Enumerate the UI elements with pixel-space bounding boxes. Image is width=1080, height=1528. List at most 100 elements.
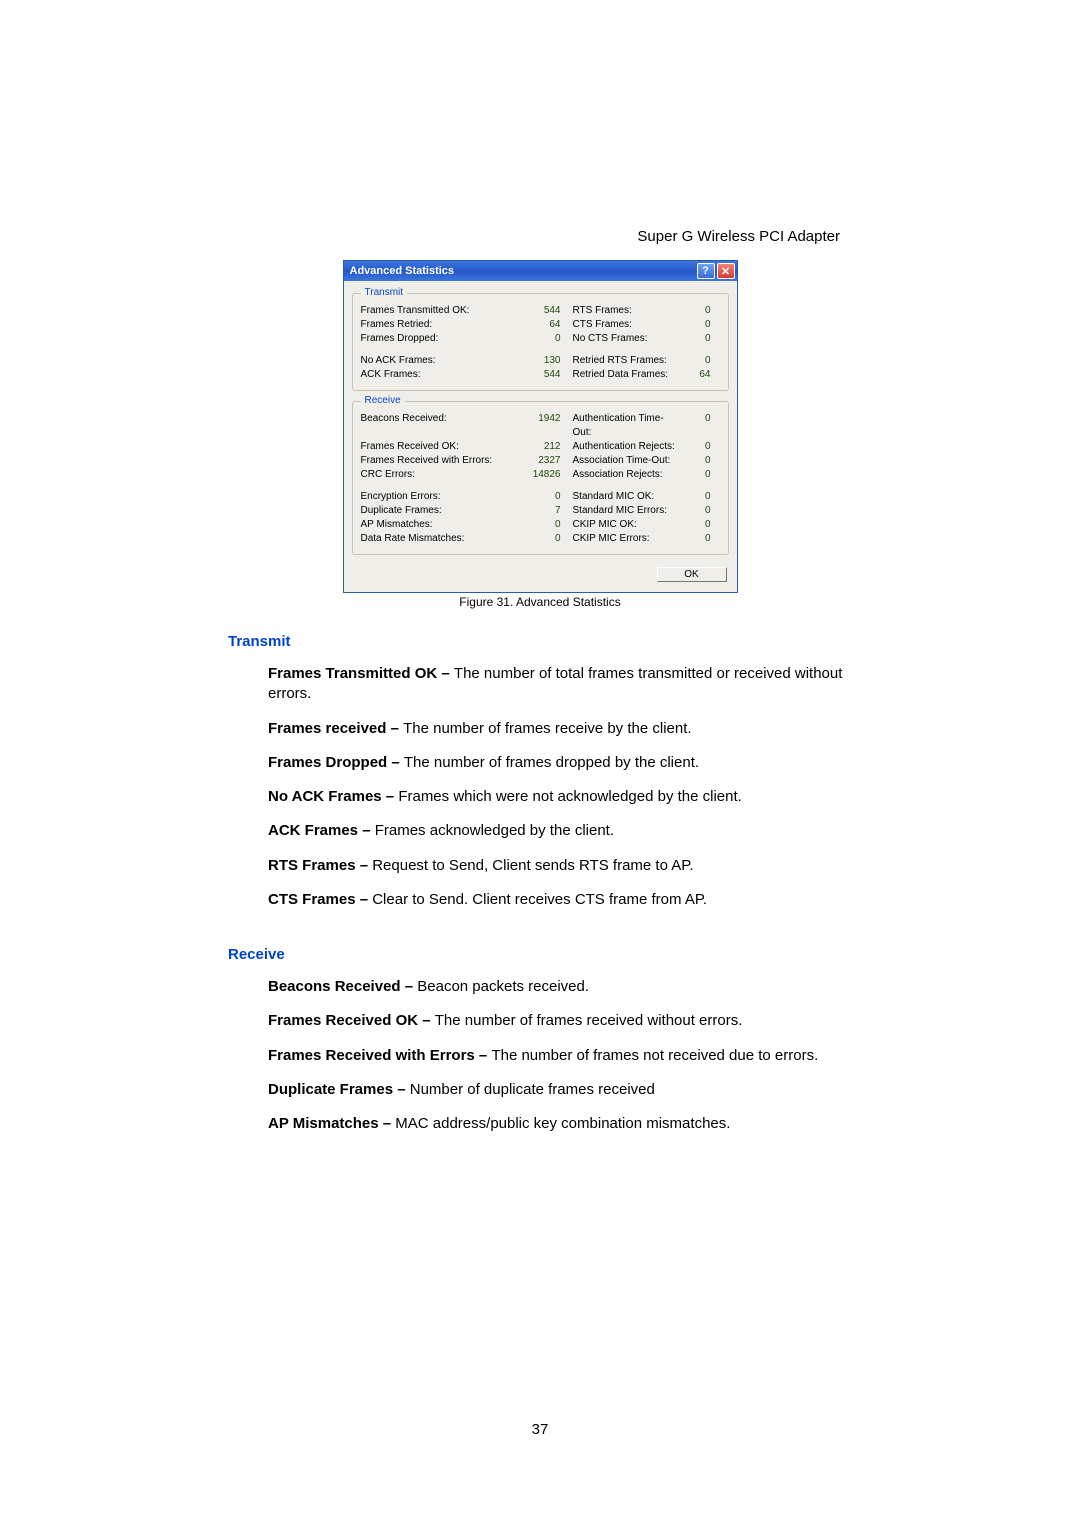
- receive-groupbox: Receive Beacons Received: 1942 Authentic…: [352, 401, 729, 555]
- desc-item: RTS Frames – Request to Send, Client sen…: [268, 856, 880, 876]
- stat-row: Frames Received OK: 212 Authentication R…: [361, 440, 720, 454]
- desc-term: CTS Frames –: [268, 891, 372, 908]
- desc-text: The number of frames dropped by the clie…: [404, 754, 699, 771]
- stat-row: Frames Received with Errors: 2327 Associ…: [361, 454, 720, 468]
- stat-label: CTS Frames:: [561, 318, 681, 332]
- stat-label: Duplicate Frames:: [361, 504, 521, 518]
- stat-label: RTS Frames:: [561, 304, 681, 318]
- desc-text: Frames which were not acknowledged by th…: [398, 788, 742, 805]
- close-icon[interactable]: ✕: [717, 263, 735, 279]
- stat-label: Frames Received with Errors:: [361, 454, 521, 468]
- stat-value: 0: [681, 454, 711, 468]
- desc-term: Frames received –: [268, 720, 403, 737]
- desc-term: Beacons Received –: [268, 978, 417, 995]
- stat-label: No ACK Frames:: [361, 354, 521, 368]
- page-header: Super G Wireless PCI Adapter: [637, 228, 840, 245]
- stat-label: Association Time-Out:: [561, 454, 681, 468]
- stat-value: 0: [681, 412, 711, 440]
- stat-label: AP Mismatches:: [361, 518, 521, 532]
- stat-label: Frames Dropped:: [361, 332, 521, 346]
- receive-legend: Receive: [361, 395, 405, 406]
- section-head-receive: Receive: [228, 946, 880, 963]
- desc-item: CTS Frames – Clear to Send. Client recei…: [268, 890, 880, 910]
- desc-text: Clear to Send. Client receives CTS frame…: [372, 891, 707, 908]
- desc-item: Frames Received OK – The number of frame…: [268, 1011, 880, 1031]
- stat-label: Data Rate Mismatches:: [361, 532, 521, 546]
- stat-value: 0: [521, 532, 561, 546]
- stat-label: CKIP MIC OK:: [561, 518, 681, 532]
- stat-value: 0: [681, 440, 711, 454]
- stat-value: 0: [521, 518, 561, 532]
- desc-item: Duplicate Frames – Number of duplicate f…: [268, 1080, 880, 1100]
- stat-row: Frames Dropped: 0 No CTS Frames: 0: [361, 332, 720, 346]
- desc-item: No ACK Frames – Frames which were not ac…: [268, 787, 880, 807]
- stat-row: Frames Retried: 64 CTS Frames: 0: [361, 318, 720, 332]
- desc-text: Request to Send, Client sends RTS frame …: [372, 857, 693, 874]
- transmit-legend: Transmit: [361, 287, 408, 298]
- stat-label: Beacons Received:: [361, 412, 521, 440]
- stat-label: ACK Frames:: [361, 368, 521, 382]
- stat-label: Authentication Rejects:: [561, 440, 681, 454]
- stat-value: 7: [521, 504, 561, 518]
- stat-label: Standard MIC OK:: [561, 490, 681, 504]
- stat-label: Frames Transmitted OK:: [361, 304, 521, 318]
- desc-text: The number of frames receive by the clie…: [403, 720, 691, 737]
- desc-text: The number of frames not received due to…: [491, 1047, 818, 1064]
- stat-label: CKIP MIC Errors:: [561, 532, 681, 546]
- stat-label: Encryption Errors:: [361, 490, 521, 504]
- stat-value: 0: [681, 332, 711, 346]
- stat-value: 2327: [521, 454, 561, 468]
- desc-term: Frames Transmitted OK –: [268, 665, 454, 682]
- stat-value: 64: [681, 368, 711, 382]
- stat-value: 544: [521, 304, 561, 318]
- figure-caption: Figure 31. Advanced Statistics: [343, 595, 738, 609]
- stat-value: 0: [681, 504, 711, 518]
- stat-row: Duplicate Frames: 7 Standard MIC Errors:…: [361, 504, 720, 518]
- stat-row: Beacons Received: 1942 Authentication Ti…: [361, 412, 720, 440]
- stat-row: CRC Errors: 14826 Association Rejects: 0: [361, 468, 720, 482]
- stat-row: No ACK Frames: 130 Retried RTS Frames: 0: [361, 354, 720, 368]
- stat-label: Retried Data Frames:: [561, 368, 681, 382]
- desc-item: AP Mismatches – MAC address/public key c…: [268, 1114, 880, 1134]
- page-number: 37: [0, 1421, 1080, 1438]
- stat-value: 1942: [521, 412, 561, 440]
- dialog-title: Advanced Statistics: [350, 265, 695, 277]
- stat-row: AP Mismatches: 0 CKIP MIC OK: 0: [361, 518, 720, 532]
- desc-text: Frames acknowledged by the client.: [375, 822, 614, 839]
- desc-term: No ACK Frames –: [268, 788, 398, 805]
- stat-value: 0: [681, 532, 711, 546]
- stat-value: 0: [681, 318, 711, 332]
- stat-label: Association Rejects:: [561, 468, 681, 482]
- desc-text: The number of frames received without er…: [435, 1012, 743, 1029]
- transmit-groupbox: Transmit Frames Transmitted OK: 544 RTS …: [352, 293, 729, 391]
- stat-label: Standard MIC Errors:: [561, 504, 681, 518]
- stat-row: ACK Frames: 544 Retried Data Frames: 64: [361, 368, 720, 382]
- desc-item: Frames Transmitted OK – The number of to…: [268, 664, 880, 705]
- ok-button[interactable]: OK: [657, 567, 727, 582]
- stat-value: 0: [521, 490, 561, 504]
- stat-value: 0: [681, 468, 711, 482]
- desc-item: Frames Received with Errors – The number…: [268, 1046, 880, 1066]
- desc-term: Frames Received with Errors –: [268, 1047, 491, 1064]
- stat-row: Frames Transmitted OK: 544 RTS Frames: 0: [361, 304, 720, 318]
- stat-value: 14826: [521, 468, 561, 482]
- stat-row: Data Rate Mismatches: 0 CKIP MIC Errors:…: [361, 532, 720, 546]
- help-icon[interactable]: ?: [697, 263, 715, 279]
- desc-text: Number of duplicate frames received: [410, 1081, 655, 1098]
- stat-label: Frames Retried:: [361, 318, 521, 332]
- desc-term: Frames Received OK –: [268, 1012, 435, 1029]
- stat-value: 0: [681, 490, 711, 504]
- stat-value: 130: [521, 354, 561, 368]
- desc-term: Duplicate Frames –: [268, 1081, 410, 1098]
- stat-value: 544: [521, 368, 561, 382]
- dialog-titlebar: Advanced Statistics ? ✕: [344, 261, 737, 281]
- desc-item: Frames Dropped – The number of frames dr…: [268, 753, 880, 773]
- desc-item: ACK Frames – Frames acknowledged by the …: [268, 821, 880, 841]
- desc-item: Frames received – The number of frames r…: [268, 719, 880, 739]
- advanced-statistics-dialog: Advanced Statistics ? ✕ Transmit Frames …: [343, 260, 738, 593]
- stat-value: 0: [681, 518, 711, 532]
- desc-term: Frames Dropped –: [268, 754, 404, 771]
- stat-value: 0: [681, 354, 711, 368]
- desc-text: Beacon packets received.: [417, 978, 589, 995]
- stat-label: No CTS Frames:: [561, 332, 681, 346]
